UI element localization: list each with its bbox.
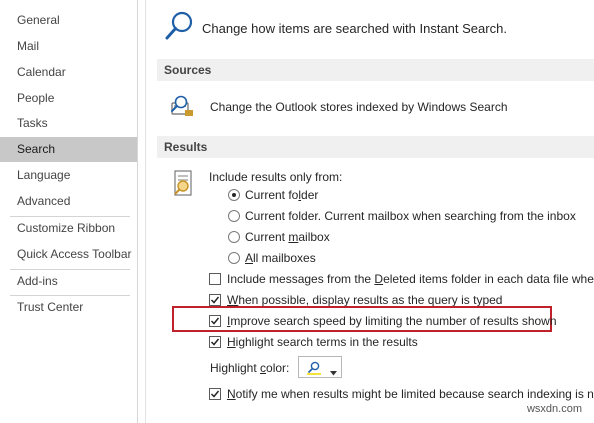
sidebar-item-search[interactable]: Search [0,137,137,162]
options-sidebar: General Mail Calendar People Tasks Searc… [0,0,138,423]
sidebar-item-add-ins[interactable]: Add-ins [0,269,137,294]
search-intro-text: Change how items are searched with Insta… [202,21,507,36]
checkbox-display-results-as-typed[interactable] [209,294,221,306]
radio-current-folder-label[interactable]: Current folder [245,188,318,202]
radio-current-mailbox-label[interactable]: Current mailbox [245,230,330,244]
sidebar-item-tasks[interactable]: Tasks [0,111,137,136]
radio-all-mailboxes-label[interactable]: All mailboxes [245,251,316,265]
sources-section-header: Sources [157,59,594,81]
sidebar-item-trust-center[interactable]: Trust Center [0,295,137,320]
sidebar-item-general[interactable]: General [0,8,137,33]
results-filter-icon [170,167,198,204]
checkbox-include-deleted-items[interactable] [209,273,221,285]
magnifier-icon [164,10,194,47]
sidebar-item-calendar[interactable]: Calendar [0,60,137,85]
include-results-label: Include results only from: [209,170,343,184]
highlight-color-picker[interactable] [298,356,342,378]
radio-all-mailboxes[interactable] [228,252,240,264]
checkbox-improve-search-speed[interactable] [209,315,221,327]
radio-current-folder-mailbox-inbox-label[interactable]: Current folder. Current mailbox when sea… [245,209,576,223]
chevron-down-icon [330,365,337,379]
results-section-header: Results [157,136,594,158]
indexing-stores-icon[interactable] [168,94,196,123]
radio-current-folder-mailbox-inbox[interactable] [228,210,240,222]
sidebar-item-mail[interactable]: Mail [0,34,137,59]
checkbox-notify-results-limited-label[interactable]: Notify me when results might be limited … [227,387,594,401]
highlighter-icon [306,360,322,378]
sidebar-item-customize-ribbon[interactable]: Customize Ribbon [0,216,137,241]
checkbox-notify-results-limited[interactable] [209,388,221,400]
radio-current-mailbox[interactable] [228,231,240,243]
sidebar-item-advanced[interactable]: Advanced [0,189,137,214]
watermark: wsxdn.com [526,403,582,415]
sidebar-item-language[interactable]: Language [0,163,137,188]
checkbox-improve-search-speed-label[interactable]: Improve search speed by limiting the num… [227,314,557,328]
checkbox-include-deleted-items-label[interactable]: Include messages from the Deleted items … [227,272,594,286]
sidebar-item-people[interactable]: People [0,86,137,111]
checkbox-highlight-search-terms[interactable] [209,336,221,348]
radio-current-folder[interactable] [228,189,240,201]
checkbox-display-results-as-typed-label[interactable]: When possible, display results as the qu… [227,293,502,307]
highlight-color-label: Highlight color: [210,361,290,375]
sources-description: Change the Outlook stores indexed by Win… [210,100,508,114]
sidebar-item-quick-access-toolbar[interactable]: Quick Access Toolbar [0,242,137,267]
search-options-panel: Change how items are searched with Insta… [145,0,594,423]
checkbox-highlight-search-terms-label[interactable]: Highlight search terms in the results [227,335,418,349]
